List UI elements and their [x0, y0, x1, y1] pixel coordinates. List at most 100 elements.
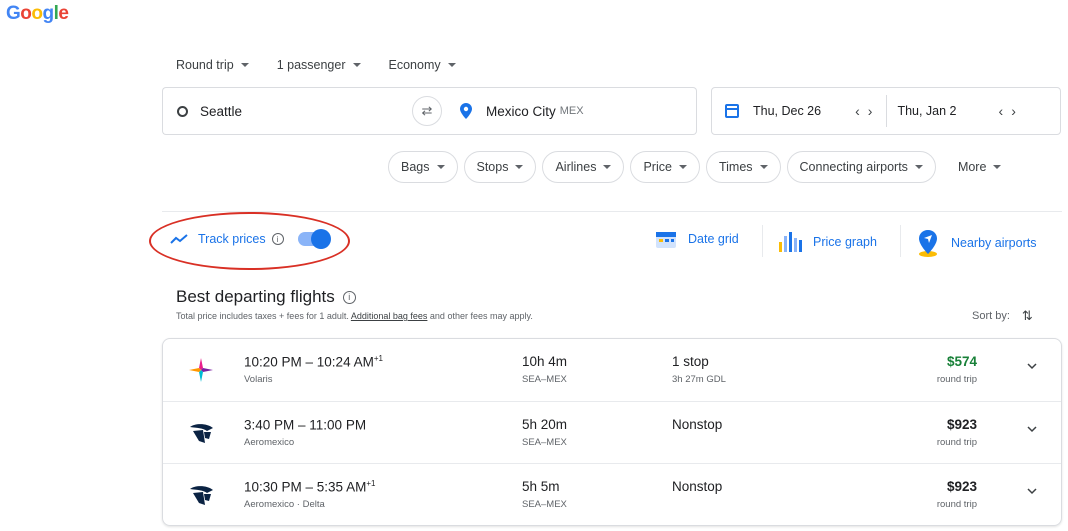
cabin-label: Economy — [388, 58, 441, 72]
flight-times: 10:30 PM – 5:35 AM+1 — [244, 479, 375, 495]
cabin-dropdown[interactable]: Economy — [389, 58, 456, 72]
filter-label: Times — [718, 160, 753, 174]
chevron-down-icon[interactable] — [1027, 361, 1037, 371]
chevron-down-icon[interactable] — [1027, 424, 1037, 434]
trip-options: Round trip 1 passenger Economy — [176, 58, 484, 72]
filter-label: Airlines — [555, 160, 597, 174]
airline-name: Aeromexico — [244, 437, 295, 448]
flight-times-text: 10:20 PM – 10:24 AM — [244, 354, 374, 370]
info-icon[interactable]: i — [342, 290, 356, 304]
flight-row[interactable]: 3:40 PM – 11:00 PM Aeromexico 5h 20m SEA… — [163, 401, 1061, 463]
swap-arrows-icon: ⇄ — [421, 103, 433, 118]
filter-bags[interactable]: Bags — [388, 151, 458, 183]
bag-fees-link[interactable]: Additional bag fees — [351, 311, 428, 321]
date-picker[interactable]: Thu, Dec 26 ‹› Thu, Jan 2 ‹› — [711, 87, 1061, 135]
chevron-down-icon[interactable] — [1027, 486, 1037, 496]
sort-by-label: Sort by: — [972, 310, 1010, 322]
swap-button[interactable]: ⇄ — [412, 96, 442, 126]
destination-code: MEX — [559, 105, 584, 117]
airline-name: Volaris — [244, 374, 273, 385]
destination-value: Mexico City — [486, 103, 556, 119]
return-date-arrows[interactable]: ‹› — [999, 103, 1024, 119]
caret-down-icon — [352, 63, 361, 67]
price-type: round trip — [936, 374, 977, 385]
aeromexico-logo-icon — [190, 486, 213, 505]
depart-date-value: Thu, Dec 26 — [753, 104, 822, 118]
flight-route: SEA–MEX — [522, 437, 567, 448]
passengers-dropdown[interactable]: 1 passenger — [277, 58, 361, 72]
origin-circle-icon — [177, 105, 188, 117]
chevron-left-icon[interactable]: ‹ — [855, 103, 868, 119]
logo-letter: o — [20, 3, 32, 24]
stop-info: 3h 27m GDL — [672, 374, 726, 385]
filter-label: More — [957, 160, 987, 174]
filter-airlines[interactable]: Airlines — [542, 151, 625, 183]
filter-times[interactable]: Times — [705, 151, 781, 183]
price-graph-icon — [779, 232, 802, 252]
flight-row[interactable]: 10:30 PM – 5:35 AM+1 Aeromexico · Delta … — [163, 463, 1061, 525]
origin-input[interactable]: Seattle — [162, 87, 432, 135]
price-graph-button[interactable]: Price graph — [776, 228, 877, 256]
chevron-right-icon[interactable]: › — [1011, 103, 1024, 119]
chevron-left-icon[interactable]: ‹ — [999, 103, 1012, 119]
trip-type-dropdown[interactable]: Round trip — [176, 58, 249, 72]
flight-stops: 1 stop — [672, 354, 709, 369]
logo-letter: G — [6, 3, 21, 24]
tool-divider — [762, 225, 763, 257]
flight-results: 10:20 PM – 10:24 AM+1 Volaris 10h 4m SEA… — [162, 338, 1062, 526]
price-note: Total price includes taxes + fees for 1 … — [176, 311, 533, 321]
flight-times-text: 10:30 PM – 5:35 AM — [244, 479, 367, 495]
filter-stops[interactable]: Stops — [463, 151, 537, 183]
caret-down-icon — [914, 165, 923, 169]
highlight-ellipse — [149, 212, 350, 270]
depart-date[interactable]: Thu, Dec 26 ‹› — [753, 103, 880, 119]
date-grid-button[interactable]: Date grid — [654, 228, 739, 250]
flight-price: $574 — [946, 354, 977, 369]
caret-down-icon — [240, 63, 249, 67]
volaris-logo-icon — [189, 358, 213, 382]
flight-price: $923 — [946, 479, 977, 494]
price-note-suffix: and other fees may apply. — [427, 311, 533, 321]
price-graph-label: Price graph — [813, 235, 877, 249]
depart-date-arrows[interactable]: ‹› — [855, 103, 880, 119]
flight-route: SEA–MEX — [522, 499, 567, 510]
filter-price[interactable]: Price — [630, 151, 700, 183]
nearby-airports-button[interactable]: Nearby airports — [915, 228, 1036, 258]
chevron-right-icon[interactable]: › — [868, 103, 881, 119]
next-day-marker: +1 — [373, 354, 383, 363]
nearby-airports-label: Nearby airports — [951, 236, 1037, 250]
sort-icon[interactable]: ⇅ — [1022, 308, 1033, 324]
filter-bar: Bags Stops Airlines Price Times Connecti… — [388, 151, 1013, 183]
return-date[interactable]: Thu, Jan 2 ‹› — [897, 103, 1023, 119]
caret-down-icon — [993, 165, 1002, 169]
flight-row[interactable]: 10:20 PM – 10:24 AM+1 Volaris 10h 4m SEA… — [163, 339, 1061, 401]
filter-connecting-airports[interactable]: Connecting airports — [786, 151, 936, 183]
location-pin-icon — [460, 103, 472, 119]
passengers-label: 1 passenger — [276, 58, 346, 72]
next-day-marker: +1 — [366, 479, 376, 488]
airline-name: Aeromexico · Delta — [244, 499, 325, 510]
filter-label: Bags — [401, 160, 430, 174]
date-grid-icon — [656, 232, 676, 248]
tool-divider — [900, 225, 901, 257]
caret-down-icon — [447, 63, 456, 67]
filter-label: Price — [643, 160, 672, 174]
flight-duration: 5h 5m — [522, 479, 560, 494]
flight-price: $923 — [946, 417, 977, 432]
flight-times: 10:20 PM – 10:24 AM+1 — [244, 354, 383, 370]
flight-duration: 10h 4m — [522, 354, 568, 369]
flight-times: 3:40 PM – 11:00 PM — [244, 417, 366, 433]
filter-more[interactable]: More — [942, 151, 1013, 183]
calendar-icon — [725, 104, 739, 118]
caret-down-icon — [515, 165, 524, 169]
flight-route: SEA–MEX — [522, 374, 567, 385]
logo-letter: g — [42, 3, 55, 24]
logo-letter: e — [58, 3, 69, 24]
caret-down-icon — [603, 165, 612, 169]
price-type: round trip — [936, 437, 977, 448]
google-logo[interactable]: Google — [6, 3, 69, 25]
destination-input[interactable]: Mexico City MEX — [432, 87, 697, 135]
sort-by[interactable]: Sort by: ⇅ — [972, 308, 1033, 324]
section-divider — [162, 211, 1062, 212]
trip-type-label: Round trip — [176, 58, 234, 72]
